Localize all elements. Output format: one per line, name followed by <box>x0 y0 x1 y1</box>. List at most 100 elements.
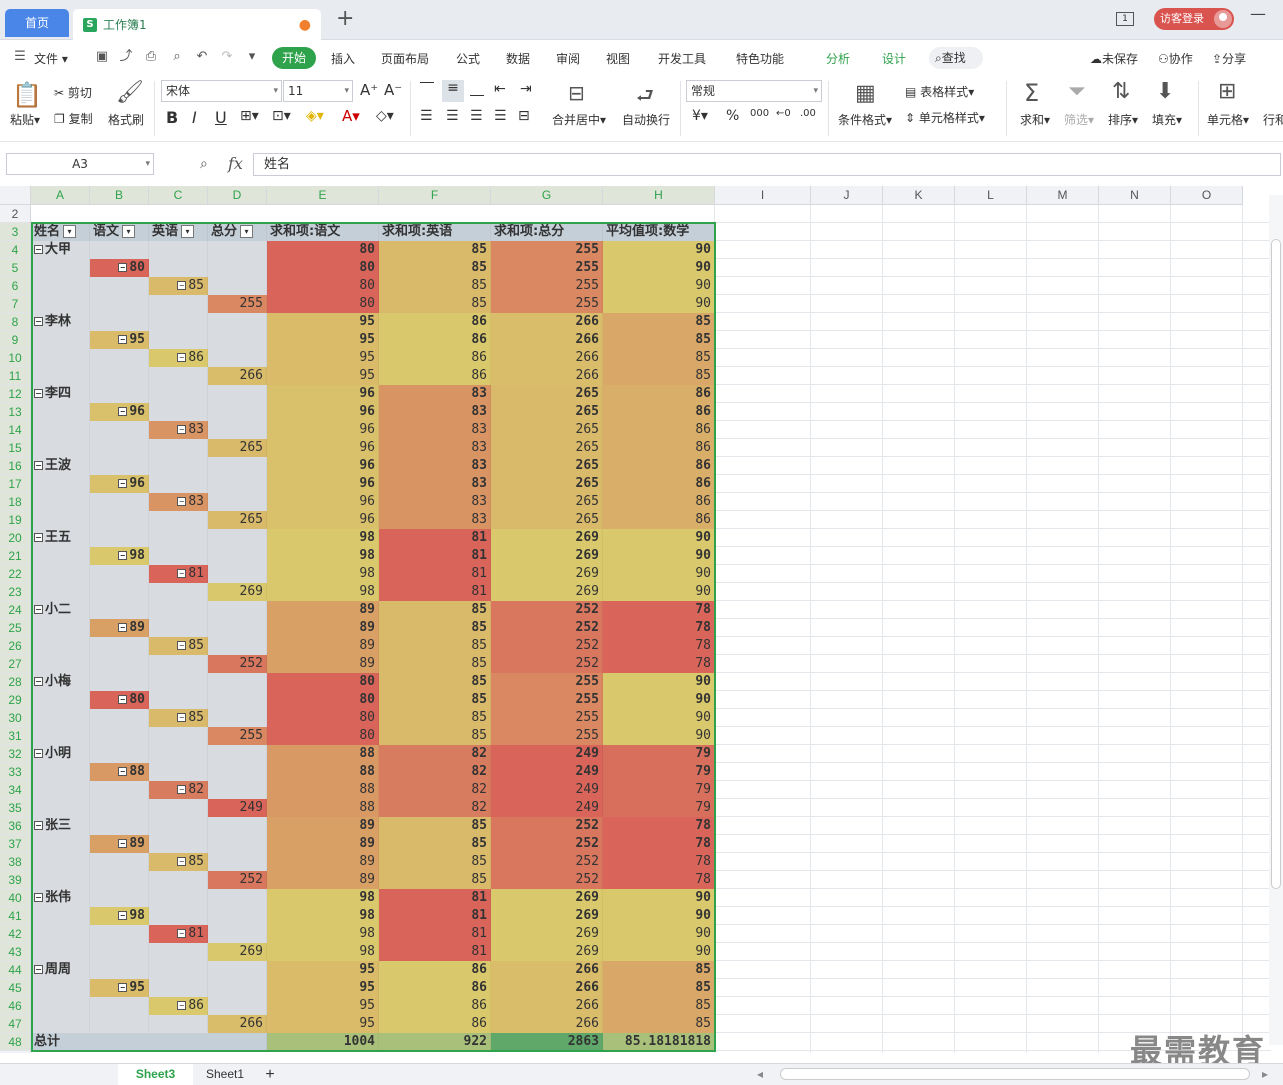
row-header-13[interactable]: 13 <box>0 403 31 421</box>
label-cell[interactable] <box>208 853 267 871</box>
value-zongfen[interactable]: 252 <box>491 601 603 619</box>
collapse-icon[interactable]: − <box>34 677 43 686</box>
value-shuxue[interactable]: 86 <box>603 493 715 511</box>
label-cell[interactable] <box>208 997 267 1015</box>
value-shuxue[interactable]: 78 <box>603 601 715 619</box>
group-name[interactable]: − 周周 <box>31 961 90 979</box>
percent-icon[interactable]: % <box>726 108 739 124</box>
label-cell[interactable] <box>149 583 208 601</box>
row-header-45[interactable]: 45 <box>0 979 31 997</box>
value-zongfen[interactable]: 269 <box>491 907 603 925</box>
value-yingyu[interactable]: 85 <box>379 241 491 259</box>
value-yuwen[interactable]: 80 <box>267 259 379 277</box>
label-cell[interactable] <box>90 241 149 259</box>
sub-yingyu[interactable]: −85 <box>149 277 208 295</box>
total-label[interactable]: 总计 <box>31 1033 267 1051</box>
label-cell[interactable] <box>31 331 90 349</box>
add-sheet-button[interactable]: + <box>260 1064 280 1085</box>
save-icon[interactable]: ▣ <box>94 49 110 65</box>
label-cell[interactable] <box>90 637 149 655</box>
sub-yingyu[interactable]: −81 <box>149 565 208 583</box>
label-cell[interactable] <box>31 979 90 997</box>
collapse-icon[interactable]: − <box>177 497 187 506</box>
total-value-3[interactable]: 85.18181818 <box>603 1033 715 1051</box>
label-cell[interactable] <box>208 421 267 439</box>
column-header-o[interactable]: O <box>1171 186 1243 205</box>
value-yuwen[interactable]: 80 <box>267 709 379 727</box>
label-cell[interactable] <box>31 439 90 457</box>
label-cell[interactable] <box>31 367 90 385</box>
collapse-icon[interactable]: − <box>34 893 43 902</box>
label-cell[interactable] <box>149 817 208 835</box>
label-cell[interactable] <box>31 565 90 583</box>
value-yingyu[interactable]: 86 <box>379 961 491 979</box>
collapse-icon[interactable]: − <box>177 713 187 722</box>
value-yuwen[interactable]: 89 <box>267 835 379 853</box>
format-painter-button[interactable]: 格式刷 <box>108 111 144 128</box>
group-name[interactable]: − 李林 <box>31 313 90 331</box>
value-zongfen[interactable]: 255 <box>491 259 603 277</box>
collapse-icon[interactable]: − <box>118 335 128 344</box>
value-yuwen[interactable]: 89 <box>267 619 379 637</box>
sub-zongfen[interactable]: 265 <box>208 511 267 529</box>
paste-icon[interactable]: 📋 <box>12 81 42 109</box>
value-shuxue[interactable]: 78 <box>603 655 715 673</box>
label-cell[interactable] <box>149 1015 208 1033</box>
filter-button[interactable]: 筛选▾ <box>1064 111 1094 128</box>
value-shuxue[interactable]: 90 <box>603 727 715 745</box>
collapse-icon[interactable]: − <box>34 821 43 830</box>
label-cell[interactable] <box>90 367 149 385</box>
value-shuxue[interactable]: 90 <box>603 583 715 601</box>
row-header-10[interactable]: 10 <box>0 349 31 367</box>
value-shuxue[interactable]: 90 <box>603 565 715 583</box>
label-cell[interactable] <box>208 835 267 853</box>
value-shuxue[interactable]: 90 <box>603 907 715 925</box>
group-name[interactable]: − 小二 <box>31 601 90 619</box>
value-zongfen[interactable]: 265 <box>491 475 603 493</box>
value-yingyu[interactable]: 83 <box>379 403 491 421</box>
pivot-header-3[interactable]: 总分 ▾ <box>208 223 267 241</box>
value-yingyu[interactable]: 85 <box>379 835 491 853</box>
export-icon[interactable]: ⤴ <box>118 49 134 65</box>
label-cell[interactable] <box>208 403 267 421</box>
spreadsheet-grid[interactable]: A B C D E F G H I J K L M N O 2 3 4 5 6 7 8 9 10 11 12 13 14 15 16 17 1… <box>0 186 1283 1053</box>
table-style-button[interactable]: ▤ 表格样式▾ <box>905 83 974 100</box>
collapse-icon[interactable]: − <box>177 785 187 794</box>
column-header-m[interactable]: M <box>1027 186 1099 205</box>
border-icon[interactable]: ⊞▾ <box>240 108 259 124</box>
group-name[interactable]: − 大甲 <box>31 241 90 259</box>
row-header-32[interactable]: 32 <box>0 745 31 763</box>
value-shuxue[interactable]: 90 <box>603 943 715 961</box>
value-shuxue[interactable]: 90 <box>603 691 715 709</box>
row-col-button[interactable]: 行和 <box>1263 111 1283 128</box>
value-yingyu[interactable]: 81 <box>379 943 491 961</box>
value-zongfen[interactable]: 266 <box>491 1015 603 1033</box>
label-cell[interactable] <box>90 781 149 799</box>
menu-formula[interactable]: 公式 <box>456 50 480 67</box>
label-cell[interactable] <box>208 961 267 979</box>
menu-analyze[interactable]: 分析 <box>826 50 850 67</box>
pivot-header-0[interactable]: 姓名 ▾ <box>31 223 90 241</box>
row-header-23[interactable]: 23 <box>0 583 31 601</box>
label-cell[interactable] <box>31 871 90 889</box>
row-header-12[interactable]: 12 <box>0 385 31 403</box>
value-yuwen[interactable]: 88 <box>267 781 379 799</box>
value-shuxue[interactable]: 90 <box>603 277 715 295</box>
paste-button[interactable]: 粘贴▾ <box>10 111 40 128</box>
value-zongfen[interactable]: 252 <box>491 655 603 673</box>
collapse-icon[interactable]: − <box>34 461 43 470</box>
label-cell[interactable] <box>90 583 149 601</box>
label-cell[interactable] <box>208 277 267 295</box>
value-yingyu[interactable]: 85 <box>379 709 491 727</box>
value-yuwen[interactable]: 98 <box>267 565 379 583</box>
minimize-icon[interactable]: — <box>1250 4 1266 23</box>
label-cell[interactable] <box>31 475 90 493</box>
row-header-22[interactable]: 22 <box>0 565 31 583</box>
label-cell[interactable] <box>31 925 90 943</box>
value-yingyu[interactable]: 85 <box>379 673 491 691</box>
value-yuwen[interactable]: 80 <box>267 277 379 295</box>
row-header-24[interactable]: 24 <box>0 601 31 619</box>
value-yingyu[interactable]: 85 <box>379 817 491 835</box>
filter-icon[interactable]: ⏷ <box>1068 79 1086 104</box>
value-zongfen[interactable]: 249 <box>491 763 603 781</box>
